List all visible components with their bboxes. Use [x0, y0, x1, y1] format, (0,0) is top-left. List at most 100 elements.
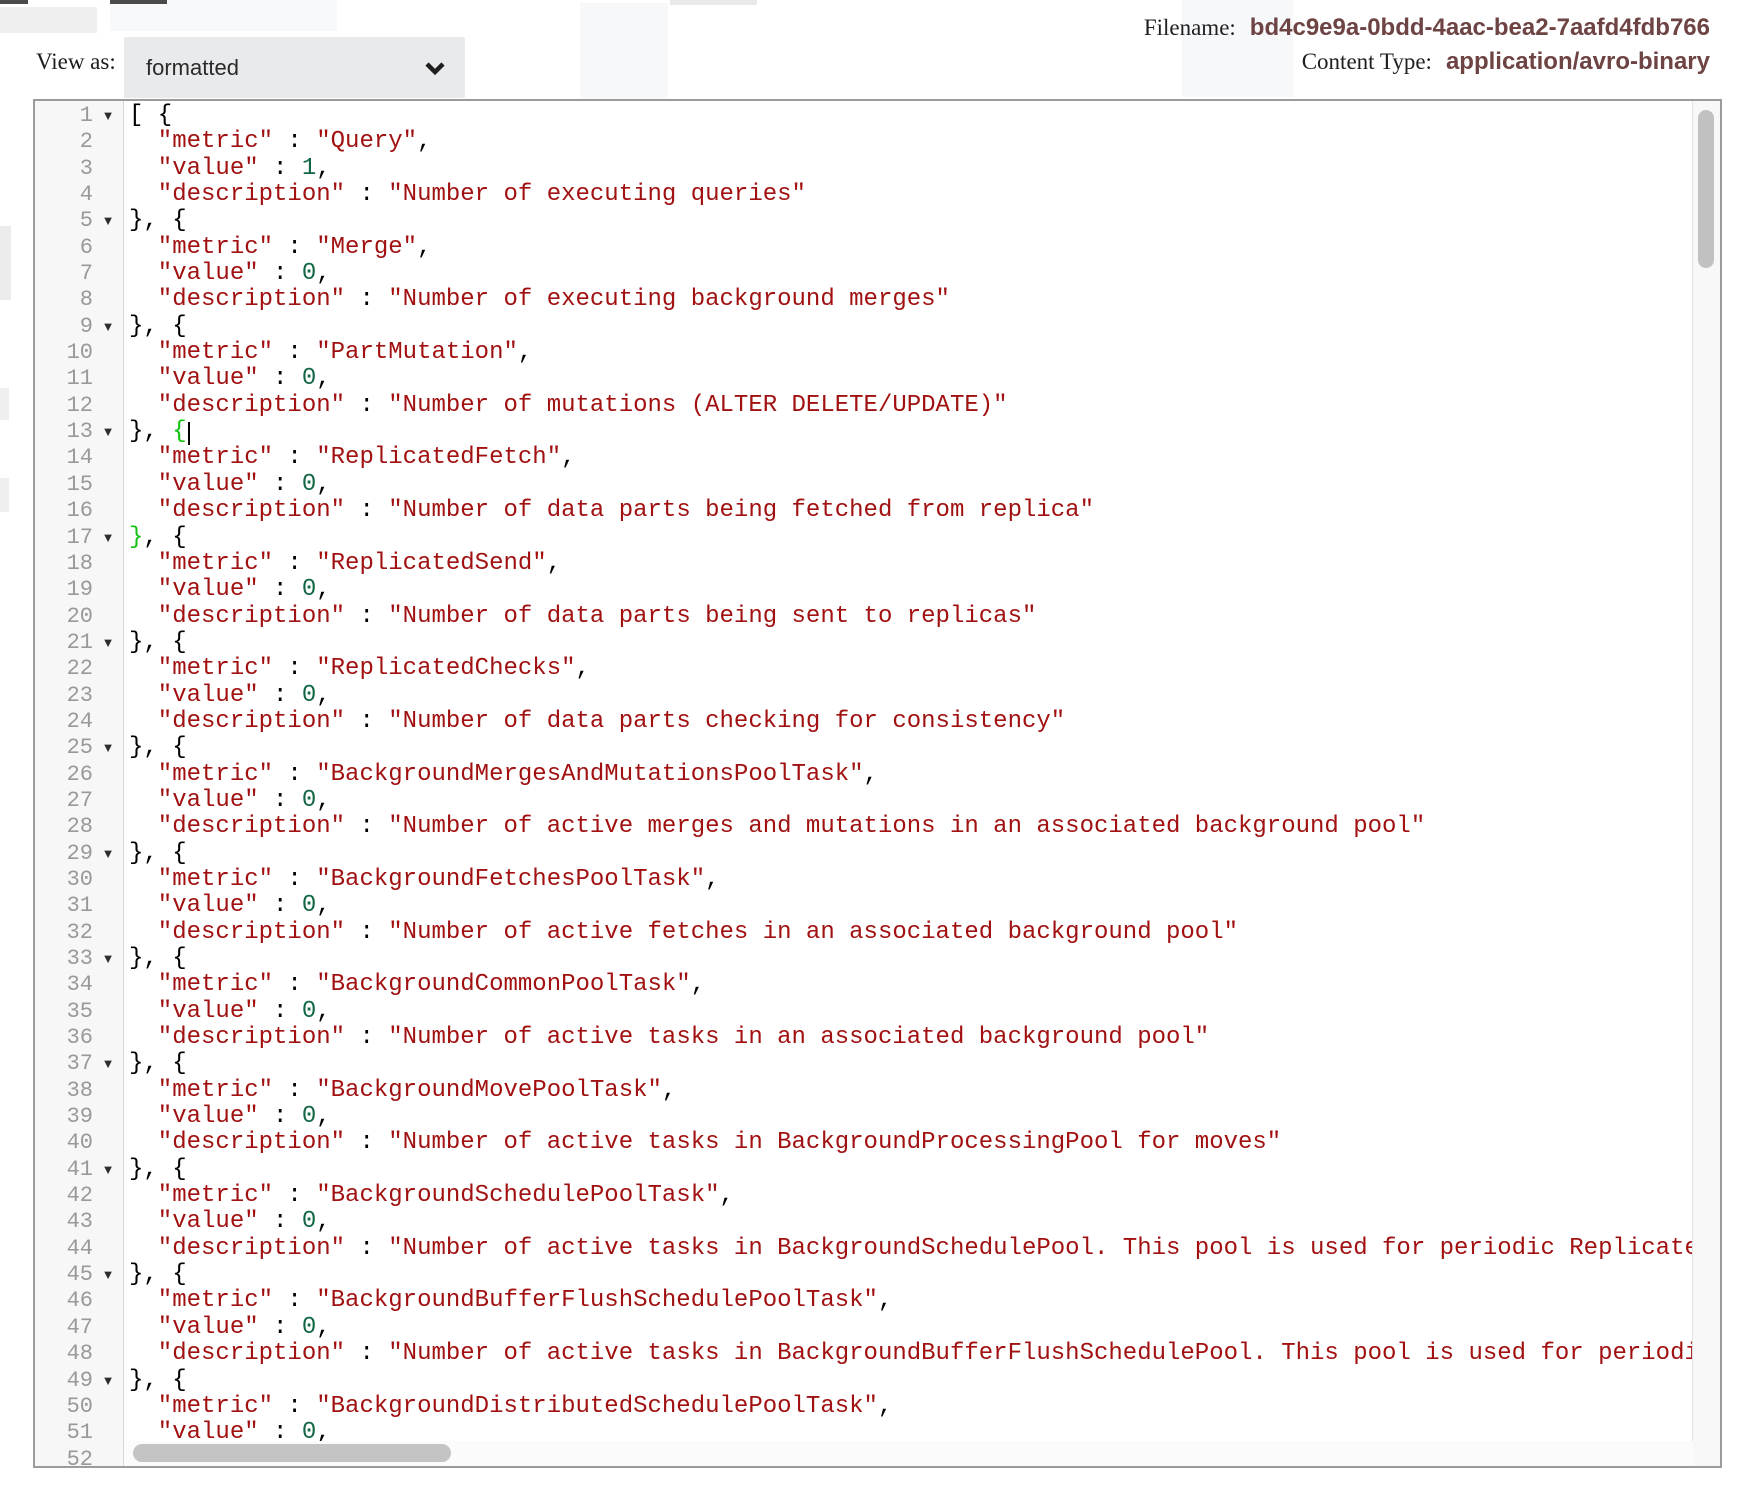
- code-line[interactable]: 24 "description" : "Number of data parts…: [35, 709, 1693, 735]
- fold-gutter-spacer: [93, 393, 123, 419]
- code-line[interactable]: 47 "value" : 0,: [35, 1315, 1693, 1341]
- fold-toggle-icon[interactable]: ▼: [93, 841, 123, 867]
- horizontal-scrollbar-thumb[interactable]: [133, 1444, 451, 1462]
- line-number: 34: [35, 972, 93, 998]
- code-line[interactable]: 12 "description" : "Number of mutations …: [35, 393, 1693, 419]
- code-line[interactable]: 11 "value" : 0,: [35, 366, 1693, 392]
- code-line[interactable]: 36 "description" : "Number of active tas…: [35, 1025, 1693, 1051]
- code-line[interactable]: 7 "value" : 0,: [35, 261, 1693, 287]
- code-line[interactable]: 18 "metric" : "ReplicatedSend",: [35, 551, 1693, 577]
- code-line[interactable]: 33▼}, {: [35, 946, 1693, 972]
- fold-gutter-spacer: [93, 156, 123, 182]
- code-line[interactable]: 37▼}, {: [35, 1051, 1693, 1077]
- fold-gutter-spacer: [93, 235, 123, 261]
- fold-toggle-icon[interactable]: ▼: [93, 419, 123, 445]
- code-line[interactable]: 34 "metric" : "BackgroundCommonPoolTask"…: [35, 972, 1693, 998]
- code-line[interactable]: 39 "value" : 0,: [35, 1104, 1693, 1130]
- code-line-text: "metric" : "BackgroundFetchesPoolTask",: [123, 867, 720, 893]
- code-line-text: "metric" : "ReplicatedSend",: [123, 551, 561, 577]
- code-line[interactable]: 38 "metric" : "BackgroundMovePoolTask",: [35, 1078, 1693, 1104]
- code-line[interactable]: 5▼}, {: [35, 208, 1693, 234]
- line-number: 22: [35, 656, 93, 682]
- line-number: 14: [35, 445, 93, 471]
- code-line[interactable]: 31 "value" : 0,: [35, 893, 1693, 919]
- fold-gutter-spacer: [93, 1420, 123, 1446]
- fold-toggle-icon[interactable]: ▼: [93, 1262, 123, 1288]
- fold-gutter-spacer: [93, 498, 123, 524]
- code-line[interactable]: 6 "metric" : "Merge",: [35, 235, 1693, 261]
- code-line[interactable]: 29▼}, {: [35, 841, 1693, 867]
- fold-toggle-icon[interactable]: ▼: [93, 946, 123, 972]
- code-editor[interactable]: 1▼[ {2 "metric" : "Query",3 "value" : 1,…: [33, 99, 1722, 1468]
- vertical-scrollbar[interactable]: [1692, 101, 1720, 1466]
- code-line-text: "description" : "Number of active tasks …: [123, 1130, 1281, 1156]
- code-line[interactable]: 17▼}, {: [35, 525, 1693, 551]
- code-line[interactable]: 27 "value" : 0,: [35, 788, 1693, 814]
- fold-gutter-spacer: [93, 683, 123, 709]
- code-line-text: }, {: [123, 1051, 187, 1077]
- view-as-select[interactable]: formatted: [124, 37, 465, 98]
- fold-gutter-spacer: [93, 287, 123, 313]
- code-line-text: }, {: [123, 525, 187, 551]
- code-line[interactable]: 15 "value" : 0,: [35, 472, 1693, 498]
- line-number: 28: [35, 814, 93, 840]
- code-line[interactable]: 44 "description" : "Number of active tas…: [35, 1236, 1693, 1262]
- code-line[interactable]: 43 "value" : 0,: [35, 1209, 1693, 1235]
- code-line[interactable]: 14 "metric" : "ReplicatedFetch",: [35, 445, 1693, 471]
- code-line[interactable]: 42 "metric" : "BackgroundSchedulePoolTas…: [35, 1183, 1693, 1209]
- code-line[interactable]: 2 "metric" : "Query",: [35, 129, 1693, 155]
- fold-toggle-icon[interactable]: ▼: [93, 314, 123, 340]
- code-line[interactable]: 10 "metric" : "PartMutation",: [35, 340, 1693, 366]
- code-line[interactable]: 9▼}, {: [35, 314, 1693, 340]
- code-line[interactable]: 25▼}, {: [35, 735, 1693, 761]
- fold-toggle-icon[interactable]: ▼: [93, 1368, 123, 1394]
- code-line[interactable]: 20 "description" : "Number of data parts…: [35, 604, 1693, 630]
- code-line[interactable]: 50 "metric" : "BackgroundDistributedSche…: [35, 1394, 1693, 1420]
- content-type-row: Content Type: application/avro-binary: [1144, 45, 1710, 79]
- code-line[interactable]: 21▼}, {: [35, 630, 1693, 656]
- code-line[interactable]: 13▼}, {: [35, 419, 1693, 445]
- code-line-text: [ {: [123, 103, 172, 129]
- code-line[interactable]: 3 "value" : 1,: [35, 156, 1693, 182]
- code-line[interactable]: 30 "metric" : "BackgroundFetchesPoolTask…: [35, 867, 1693, 893]
- horizontal-scrollbar[interactable]: [124, 1441, 1693, 1466]
- line-number: 52: [35, 1447, 93, 1466]
- code-line[interactable]: 41▼}, {: [35, 1157, 1693, 1183]
- code-line[interactable]: 40 "description" : "Number of active tas…: [35, 1130, 1693, 1156]
- line-number: 24: [35, 709, 93, 735]
- fold-toggle-icon[interactable]: ▼: [93, 735, 123, 761]
- code-line[interactable]: 26 "metric" : "BackgroundMergesAndMutati…: [35, 762, 1693, 788]
- file-info: Filename: bd4c9e9a-0bdd-4aac-bea2-7aafd4…: [1144, 11, 1710, 79]
- line-number: 3: [35, 156, 93, 182]
- fold-gutter-spacer: [93, 472, 123, 498]
- fold-toggle-icon[interactable]: ▼: [93, 630, 123, 656]
- line-number: 15: [35, 472, 93, 498]
- line-number: 7: [35, 261, 93, 287]
- code-area[interactable]: 1▼[ {2 "metric" : "Query",3 "value" : 1,…: [35, 103, 1693, 1466]
- fold-toggle-icon[interactable]: ▼: [93, 1051, 123, 1077]
- code-line[interactable]: 35 "value" : 0,: [35, 999, 1693, 1025]
- fold-toggle-icon[interactable]: ▼: [93, 103, 123, 129]
- code-line[interactable]: 32 "description" : "Number of active fet…: [35, 920, 1693, 946]
- code-line-text: }, {: [123, 314, 187, 340]
- line-number: 25: [35, 735, 93, 761]
- fold-toggle-icon[interactable]: ▼: [93, 525, 123, 551]
- code-line[interactable]: 16 "description" : "Number of data parts…: [35, 498, 1693, 524]
- line-number: 4: [35, 182, 93, 208]
- code-line[interactable]: 1▼[ {: [35, 103, 1693, 129]
- fold-toggle-icon[interactable]: ▼: [93, 1157, 123, 1183]
- code-line-text: "metric" : "BackgroundMergesAndMutations…: [123, 762, 878, 788]
- code-line[interactable]: 45▼}, {: [35, 1262, 1693, 1288]
- fold-gutter-spacer: [93, 1104, 123, 1130]
- code-line[interactable]: 19 "value" : 0,: [35, 577, 1693, 603]
- code-line[interactable]: 46 "metric" : "BackgroundBufferFlushSche…: [35, 1288, 1693, 1314]
- code-line[interactable]: 22 "metric" : "ReplicatedChecks",: [35, 656, 1693, 682]
- code-line[interactable]: 28 "description" : "Number of active mer…: [35, 814, 1693, 840]
- code-line[interactable]: 23 "value" : 0,: [35, 683, 1693, 709]
- fold-toggle-icon[interactable]: ▼: [93, 208, 123, 234]
- vertical-scrollbar-thumb[interactable]: [1698, 110, 1714, 268]
- code-line[interactable]: 8 "description" : "Number of executing b…: [35, 287, 1693, 313]
- code-line[interactable]: 48 "description" : "Number of active tas…: [35, 1341, 1693, 1367]
- code-line[interactable]: 4 "description" : "Number of executing q…: [35, 182, 1693, 208]
- code-line[interactable]: 49▼}, {: [35, 1368, 1693, 1394]
